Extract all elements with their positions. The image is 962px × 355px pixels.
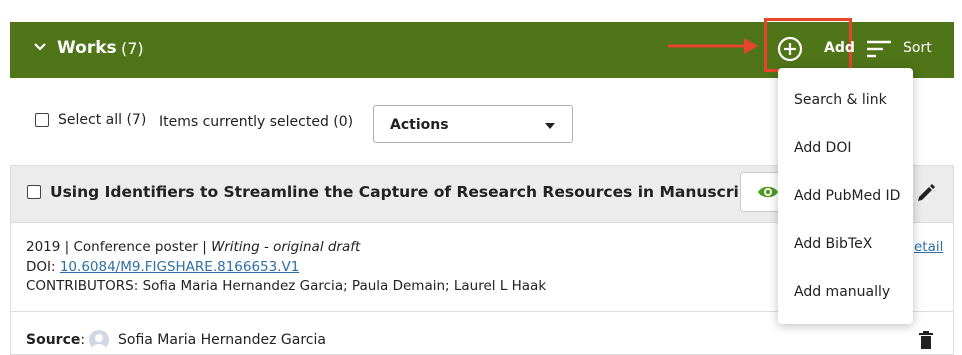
doi-link[interactable]: 10.6084/M9.FIGSHARE.8166653.V1 <box>60 259 300 275</box>
section-count: (7) <box>121 39 144 58</box>
work-checkbox[interactable] <box>27 185 41 199</box>
items-selected-text: Items currently selected (0) <box>159 114 354 130</box>
arrow-right-icon <box>668 38 758 54</box>
show-details-link[interactable]: etail <box>914 239 943 255</box>
work-title: Using Identifiers to Streamline the Capt… <box>50 183 767 201</box>
source-label-colon: : <box>80 332 86 348</box>
work-year-type: 2019 | Conference poster | <box>26 239 212 255</box>
menu-item-add-manually[interactable]: Add manually <box>794 284 890 300</box>
work-role: Writing - original draft <box>211 239 361 255</box>
select-all-label[interactable]: Select all (7) <box>58 112 146 128</box>
actions-label: Actions <box>390 117 449 133</box>
source-label: Source: <box>26 332 85 348</box>
section-title: Works <box>57 38 117 58</box>
add-circle-icon[interactable] <box>777 36 803 62</box>
select-all-checkbox[interactable] <box>35 113 49 127</box>
menu-item-search-link[interactable]: Search & link <box>794 92 887 108</box>
menu-item-add-bibtex[interactable]: Add BibTeX <box>794 236 872 252</box>
source-label-text: Source <box>26 332 81 348</box>
add-button[interactable]: Add <box>824 40 855 56</box>
eye-icon <box>758 186 778 198</box>
doi-label: DOI: <box>26 259 60 275</box>
menu-item-add-pubmed[interactable]: Add PubMed ID <box>794 188 900 204</box>
work-meta-line: 2019 | Conference poster | Writing - ori… <box>26 239 360 255</box>
source-name: Sofia Maria Hernandez Garcia <box>118 332 326 348</box>
avatar-icon <box>89 330 109 350</box>
chevron-down-icon[interactable] <box>32 39 48 55</box>
pencil-icon[interactable] <box>916 183 936 203</box>
actions-dropdown[interactable]: Actions <box>373 105 573 143</box>
trash-icon[interactable] <box>917 330 935 350</box>
caret-down-icon <box>545 123 555 129</box>
work-contributors: CONTRIBUTORS: Sofia Maria Hernandez Garc… <box>26 278 547 294</box>
sort-icon[interactable] <box>867 40 891 58</box>
add-menu: Search & link Add DOI Add PubMed ID Add … <box>778 68 913 324</box>
sort-button[interactable]: Sort <box>903 40 932 56</box>
work-doi-line: DOI: 10.6084/M9.FIGSHARE.8166653.V1 <box>26 259 299 275</box>
menu-item-add-doi[interactable]: Add DOI <box>794 140 851 156</box>
